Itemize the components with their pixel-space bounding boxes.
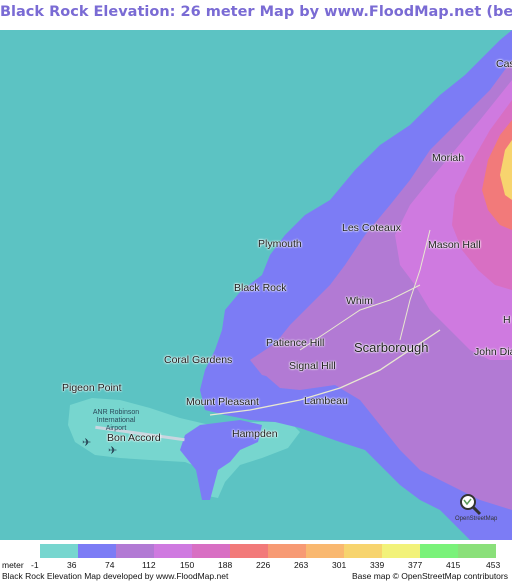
place-label: H bbox=[503, 314, 511, 326]
elevation-legend: meter -1 36 74 112 150 188 226 263 301 3… bbox=[0, 540, 512, 582]
legend-tick: 226 bbox=[256, 560, 271, 570]
legend-swatch bbox=[458, 544, 496, 558]
legend-swatch bbox=[40, 544, 78, 558]
legend-swatch bbox=[116, 544, 154, 558]
legend-swatch bbox=[154, 544, 192, 558]
place-label: Coral Gardens bbox=[164, 354, 233, 366]
legend-tick: 188 bbox=[218, 560, 233, 570]
legend-swatch bbox=[344, 544, 382, 558]
place-label: John Dia bbox=[474, 346, 512, 358]
place-label: Hampden bbox=[232, 428, 278, 440]
place-label: Whim bbox=[346, 295, 373, 307]
legend-swatch bbox=[306, 544, 344, 558]
legend-tick: 36 bbox=[67, 560, 77, 570]
legend-tick: 112 bbox=[142, 560, 156, 570]
legend-tick: 150 bbox=[180, 560, 195, 570]
legend-tick: 301 bbox=[332, 560, 347, 570]
place-label: Pigeon Point bbox=[62, 382, 122, 394]
place-label: Signal Hill bbox=[289, 360, 336, 372]
legend-tick: 377 bbox=[408, 560, 423, 570]
legend-swatch bbox=[382, 544, 420, 558]
place-label: Bon Accord bbox=[107, 432, 161, 444]
legend-unit-label: meter bbox=[2, 560, 24, 570]
place-label: Patience Hill bbox=[266, 337, 325, 349]
legend-tick: 263 bbox=[294, 560, 309, 570]
place-label: Mason Hall bbox=[428, 239, 481, 251]
place-label: Black Rock bbox=[234, 282, 287, 294]
place-label: Plymouth bbox=[258, 238, 302, 250]
legend-swatch bbox=[78, 544, 116, 558]
footer-credit: Black Rock Elevation Map developed by ww… bbox=[2, 571, 229, 581]
legend-swatch bbox=[230, 544, 268, 558]
legend-tick: -1 bbox=[31, 560, 39, 570]
place-label: Cas bbox=[496, 58, 512, 70]
place-label: Scarborough bbox=[354, 340, 429, 355]
legend-tick: 74 bbox=[105, 560, 115, 570]
airplane-icon: ✈ bbox=[108, 445, 118, 457]
legend-swatch bbox=[192, 544, 230, 558]
legend-tick: 415 bbox=[446, 560, 461, 570]
place-label: Lambeau bbox=[304, 395, 348, 407]
openstreetmap-logo-text: OpenStreetMap bbox=[455, 516, 498, 522]
airport-label: ANR Robinson International Airport bbox=[92, 409, 140, 432]
airplane-icon: ✈ bbox=[82, 437, 92, 449]
elevation-map[interactable]: Cas Moriah Les Coteaux Mason Hall Plymou… bbox=[0, 30, 512, 540]
page-title: Black Rock Elevation: 26 meter Map by ww… bbox=[0, 4, 512, 20]
place-label: Mount Pleasant bbox=[186, 396, 259, 408]
magnifier-icon bbox=[460, 494, 482, 516]
footer-attribution: Base map © OpenStreetMap contributors bbox=[351, 571, 508, 581]
legend-tick: 453 bbox=[486, 560, 501, 570]
legend-swatch bbox=[420, 544, 458, 558]
title-bar: Black Rock Elevation: 26 meter Map by ww… bbox=[0, 0, 512, 30]
openstreetmap-logo[interactable]: OpenStreetMap bbox=[455, 492, 507, 532]
legend-tick: 339 bbox=[370, 560, 385, 570]
legend-swatch bbox=[268, 544, 306, 558]
place-label: Les Coteaux bbox=[342, 222, 401, 234]
place-label: Moriah bbox=[432, 152, 465, 164]
